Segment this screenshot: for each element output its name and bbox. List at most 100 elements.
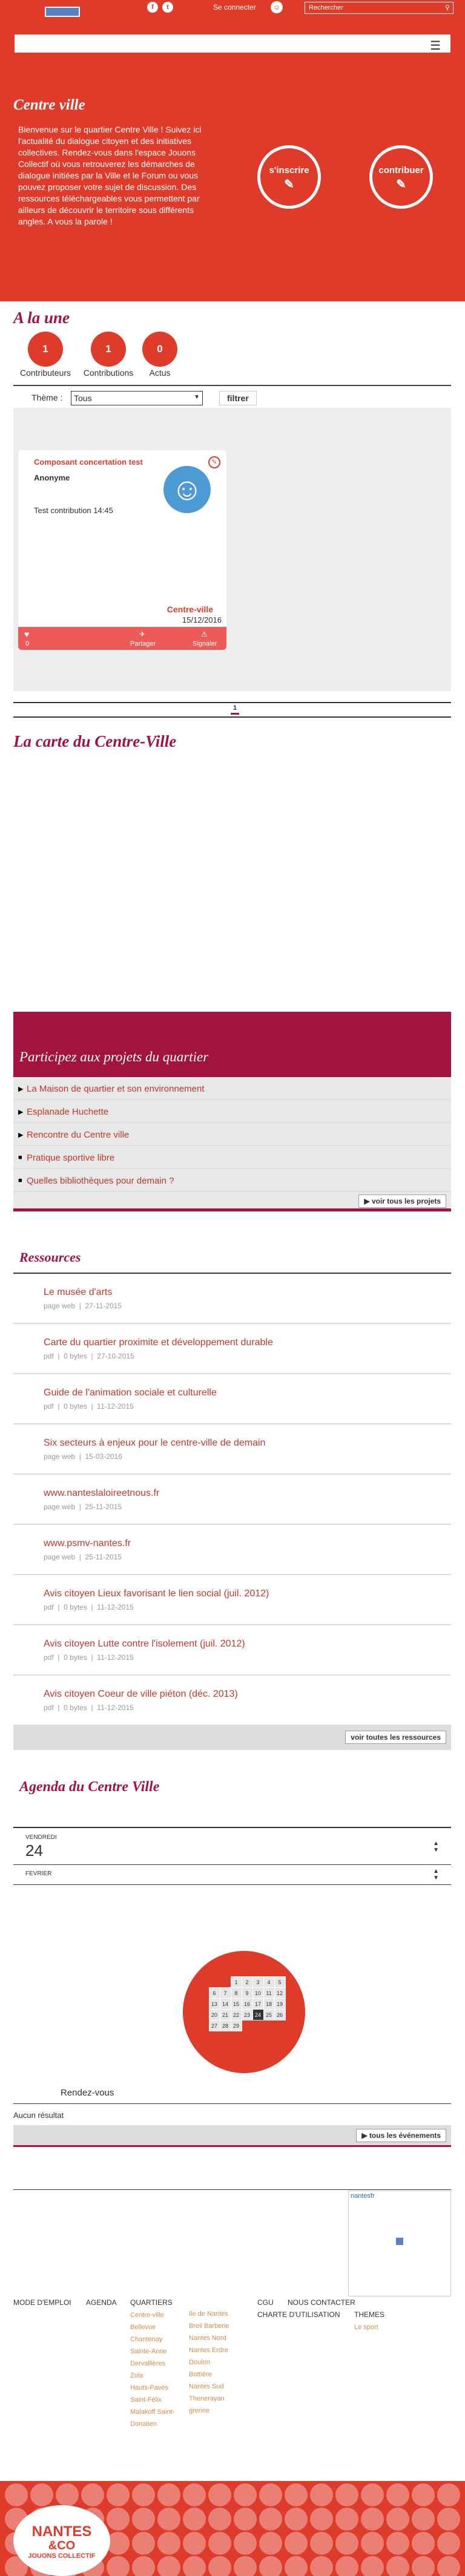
resource-item[interactable]: Le musée d'arts page web | 27-11-2015 (13, 1274, 451, 1324)
footer-link[interactable]: AGENDA (86, 2298, 117, 2307)
month-stepper[interactable]: ▲ ▼ (433, 1868, 439, 1881)
footer-link[interactable]: Le sport (354, 2324, 384, 2331)
theme-select[interactable]: Tous ▼ (71, 391, 203, 405)
resource-item[interactable]: Avis citoyen Lutte contre l'isolement (j… (13, 1625, 451, 1676)
contribution-card[interactable]: Composant concertation test ✎ Anonyme ☺ … (18, 450, 226, 650)
hamburger-icon[interactable]: ☰ (430, 38, 441, 53)
footer-link[interactable]: Bellevue (130, 2324, 174, 2331)
calendar-day[interactable]: 8 (230, 1987, 242, 1999)
calendar-day[interactable]: 3 (252, 1976, 264, 1988)
calendar-day[interactable]: 14 (219, 1998, 231, 2010)
calendar-day[interactable]: 25 (263, 2009, 275, 2020)
calendar-day[interactable]: 29 (230, 2020, 242, 2031)
project-item[interactable]: ▶ Esplanade Huchette (13, 1100, 451, 1123)
footer-link[interactable]: Dervallières (130, 2360, 174, 2367)
footer-col: AGENDA (86, 2298, 117, 2307)
calendar-day[interactable]: 16 (241, 1998, 253, 2010)
calendar-day-selected[interactable]: 24 (252, 2009, 264, 2020)
report-link[interactable]: Signaler (193, 640, 217, 647)
calendar-day[interactable]: 15 (230, 1998, 242, 2010)
connect-link[interactable]: Se connecter (213, 3, 256, 11)
footer-link[interactable]: Zola (130, 2372, 174, 2379)
contribute-button[interactable]: contribuer ✎ (369, 145, 433, 209)
search-icon[interactable]: ⚲ (445, 4, 450, 11)
footer-link[interactable]: Ile de Nantes (189, 2310, 229, 2318)
twitter-icon[interactable]: t (162, 2, 173, 13)
footer-link[interactable]: CHARTE D'UTILISATION (257, 2310, 340, 2319)
share-link[interactable]: Partager (130, 640, 156, 647)
signup-button[interactable]: s'inscrire ✎ (257, 145, 321, 209)
heart-icon[interactable]: ♥ (24, 629, 29, 639)
footer-link[interactable]: Saint-Félix (130, 2396, 174, 2404)
resource-item[interactable]: Avis citoyen Coeur de ville piéton (déc.… (13, 1676, 451, 1726)
all-events-button[interactable]: ▶ tous les événements (356, 2129, 446, 2142)
footer-link[interactable]: Bottière (189, 2371, 229, 2378)
calendar-day[interactable]: 6 (208, 1987, 220, 1999)
face-decoration (437, 2483, 460, 2506)
resource-item[interactable]: Avis citoyen Lieux favorisant le lien so… (13, 1575, 451, 1625)
filter-button[interactable]: filtrer (219, 391, 257, 405)
facebook-icon[interactable]: f (147, 2, 158, 13)
search-input[interactable]: Rechercher ⚲ (305, 2, 453, 14)
resource-item[interactable]: Guide de l'animation sociale et culturel… (13, 1374, 451, 1424)
calendar-day[interactable]: 26 (274, 2009, 286, 2020)
calendar-day[interactable]: 7 (219, 1987, 231, 1999)
project-item[interactable]: ■ Quelles bibliothèques pour demain ? (13, 1169, 451, 1192)
all-resources-button[interactable]: voir toutes les ressources (345, 1731, 446, 1744)
calendar-day[interactable]: 9 (241, 1987, 253, 1999)
project-item[interactable]: ■ Pratique sportive libre (13, 1146, 451, 1169)
footer-link[interactable]: Thenerayan (189, 2395, 229, 2402)
calendar-day[interactable]: 27 (208, 2020, 220, 2031)
footer-link[interactable]: Centre-ville (130, 2312, 174, 2319)
agenda-footer: ▶ tous les événements (13, 2125, 451, 2147)
user-icon[interactable]: ☺ (271, 1, 283, 13)
calendar-day[interactable]: 10 (252, 1987, 264, 1999)
calendar-day[interactable]: 1 (230, 1976, 242, 1988)
calendar-day[interactable]: 12 (274, 1987, 286, 1999)
resource-item[interactable]: www.psmv-nantes.fr page web | 25-11-2015 (13, 1525, 451, 1575)
calendar-day[interactable]: 28 (219, 2020, 231, 2031)
footer-link[interactable]: Malakoff Saint- (130, 2408, 174, 2416)
calendar-day[interactable]: 11 (263, 1987, 275, 1999)
page-1[interactable]: 1 (231, 703, 240, 715)
flag-icon[interactable] (45, 7, 80, 17)
calendar-day[interactable]: 5 (274, 1976, 286, 1988)
calendar-day[interactable]: 18 (263, 1998, 275, 2010)
edit-icon[interactable]: ✎ (208, 456, 220, 468)
calendar-day[interactable]: 13 (208, 1998, 220, 2010)
footer-link[interactable]: Breil Barberie (189, 2322, 229, 2330)
project-item[interactable]: ▶ Rencontre du Centre ville (13, 1123, 451, 1146)
footer-link[interactable]: Sainte-Anne (130, 2348, 174, 2355)
footer-map[interactable]: nantesfr (348, 2191, 451, 2296)
footer-link[interactable]: Nantes Erdre (189, 2347, 229, 2354)
footer-link[interactable]: CGU (257, 2298, 274, 2307)
calendar-day[interactable]: 19 (274, 1998, 286, 2010)
footer-link[interactable]: NOUS CONTACTER (288, 2298, 355, 2307)
calendar-day[interactable]: 2 (241, 1976, 253, 1988)
resource-item[interactable]: www.nanteslaloireetnous.fr page web | 25-… (13, 1475, 451, 1525)
all-projects-button[interactable]: ▶ voir tous les projets (358, 1195, 446, 1208)
calendar-day[interactable]: 21 (219, 2009, 231, 2020)
footer-link[interactable]: Doulon (189, 2359, 229, 2366)
calendar-day[interactable]: 17 (252, 1998, 264, 2010)
face-decoration (183, 2483, 206, 2506)
footer-link[interactable]: Nantes Sud (189, 2383, 229, 2390)
face-decoration (259, 2483, 282, 2506)
footer-link[interactable]: MODE D'EMPLOI (13, 2298, 71, 2307)
footer-link[interactable]: Hauts-Pavés (130, 2384, 174, 2391)
theme-label: Thème : (31, 393, 63, 402)
calendar-day[interactable]: 22 (230, 2009, 242, 2020)
resource-item[interactable]: Six secteurs à enjeux pour le centre-vil… (13, 1424, 451, 1475)
calendar-day[interactable]: 4 (263, 1976, 275, 1988)
footer-link[interactable]: grenne (189, 2407, 229, 2414)
resource-item[interactable]: Carte du quartier proximite et développe… (13, 1324, 451, 1374)
face-decoration (361, 2508, 384, 2531)
calendar-day[interactable]: 23 (241, 2009, 253, 2020)
calendar-day[interactable]: 20 (208, 2009, 220, 2020)
footer-link[interactable]: Nantes Nord (189, 2335, 229, 2342)
footer-link[interactable]: Donatien (130, 2420, 174, 2428)
project-item[interactable]: ▶ La Maison de quartier et son environnem… (13, 1077, 451, 1100)
nantes-co-logo[interactable]: NANTES &CO JOUONS COLLECTIF (13, 2505, 110, 2576)
day-stepper[interactable]: ▲ ▼ (433, 1840, 439, 1853)
footer-link[interactable]: Chantenay (130, 2336, 174, 2343)
